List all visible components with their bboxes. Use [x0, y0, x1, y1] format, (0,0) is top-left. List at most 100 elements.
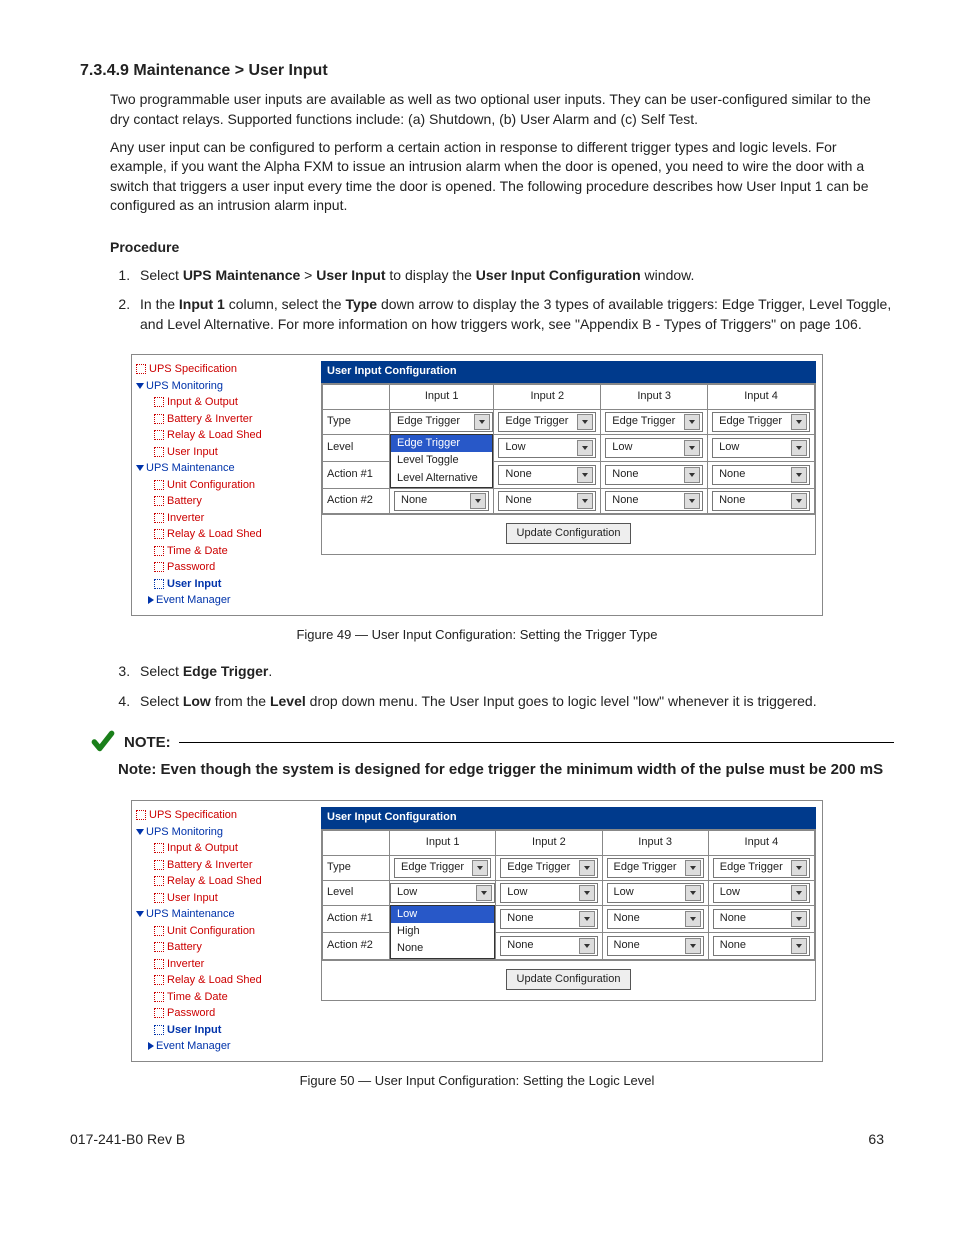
tree-relay-loadshed[interactable]: Relay & Load Shed	[136, 427, 311, 444]
dropdown-arrow-icon	[474, 414, 490, 430]
figure-50-screenshot: UPS Specification UPS Monitoring Input &…	[131, 800, 823, 1062]
tree-ups-spec[interactable]: UPS Specification	[136, 361, 311, 378]
dropdown-arrow-icon	[791, 885, 807, 901]
note-rule	[179, 742, 894, 743]
type-dropdown-input3[interactable]: Edge Trigger	[607, 858, 704, 878]
type-dropdown-input4[interactable]: Edge Trigger	[713, 858, 810, 878]
tree-user-input-2[interactable]: User Input	[136, 1022, 311, 1039]
type-dropdown-input4[interactable]: Edge Trigger	[712, 412, 810, 432]
action2-dropdown-input2[interactable]: None	[498, 491, 596, 511]
dropdown-arrow-icon	[791, 414, 807, 430]
level-options-list[interactable]: Low High None	[390, 905, 495, 959]
dropdown-arrow-icon	[685, 938, 701, 954]
tree-user-input[interactable]: User Input	[136, 444, 311, 461]
procedure-list-cont: Select Edge Trigger. Select Low from the…	[134, 662, 894, 711]
tree-user-input[interactable]: User Input	[136, 890, 311, 907]
tree-input-output[interactable]: Input & Output	[136, 840, 311, 857]
row-action1-label: Action #1	[323, 461, 390, 488]
option-none[interactable]: None	[391, 940, 494, 957]
level-dropdown-input4[interactable]: Low	[712, 438, 810, 458]
tree-relay-loadshed-2[interactable]: Relay & Load Shed	[136, 972, 311, 989]
level-dropdown-input2[interactable]: Low	[498, 438, 596, 458]
level-dropdown-input2[interactable]: Low	[500, 883, 597, 903]
row-level-label: Level	[323, 880, 390, 905]
type-dropdown-input3[interactable]: Edge Trigger	[605, 412, 703, 432]
action1-dropdown-input4[interactable]: None	[712, 465, 810, 485]
config-table-2: Input 1 Input 2 Input 3 Input 4 Type Edg…	[322, 830, 815, 960]
dropdown-arrow-icon	[791, 440, 807, 456]
tree-battery[interactable]: Battery	[136, 939, 311, 956]
level-dropdown-input4[interactable]: Low	[713, 883, 810, 903]
tree-relay-loadshed[interactable]: Relay & Load Shed	[136, 873, 311, 890]
type-options-list[interactable]: Edge Trigger Level Toggle Level Alternat…	[390, 434, 493, 488]
dropdown-arrow-icon	[579, 938, 595, 954]
option-low[interactable]: Low	[391, 906, 494, 923]
step-4: Select Low from the Level drop down menu…	[134, 692, 894, 712]
dropdown-arrow-icon	[685, 860, 701, 876]
tree-ups-maintenance[interactable]: UPS Maintenance	[136, 906, 311, 923]
dropdown-arrow-icon	[684, 493, 700, 509]
action2-dropdown-input4[interactable]: None	[712, 491, 810, 511]
tree-ups-monitoring[interactable]: UPS Monitoring	[136, 378, 311, 395]
type-dropdown-input2[interactable]: Edge Trigger	[498, 412, 596, 432]
tree-unit-config[interactable]: Unit Configuration	[136, 923, 311, 940]
tree-relay-loadshed-2[interactable]: Relay & Load Shed	[136, 526, 311, 543]
option-level-alternative[interactable]: Level Alternative	[391, 470, 492, 487]
checkmark-icon	[90, 729, 116, 755]
section-heading: 7.3.4.9 Maintenance > User Input	[80, 60, 894, 82]
action2-dropdown-input1[interactable]: None	[394, 491, 489, 511]
option-edge-trigger[interactable]: Edge Trigger	[391, 435, 492, 452]
action1-dropdown-input3[interactable]: None	[607, 909, 704, 929]
dropdown-arrow-icon	[684, 440, 700, 456]
action2-dropdown-input3[interactable]: None	[605, 491, 703, 511]
type-dropdown-input1[interactable]: Edge Trigger	[390, 412, 493, 432]
action2-dropdown-input3[interactable]: None	[607, 936, 704, 956]
tree-battery-inverter[interactable]: Battery & Inverter	[136, 411, 311, 428]
tree-ups-spec[interactable]: UPS Specification	[136, 807, 311, 824]
paragraph-1: Two programmable user inputs are availab…	[110, 90, 894, 129]
tree-user-input-2[interactable]: User Input	[136, 576, 311, 593]
type-dropdown-input2[interactable]: Edge Trigger	[500, 858, 597, 878]
action1-dropdown-input4[interactable]: None	[713, 909, 810, 929]
tree-battery[interactable]: Battery	[136, 493, 311, 510]
tree-battery-inverter[interactable]: Battery & Inverter	[136, 857, 311, 874]
update-config-button[interactable]: Update Configuration	[506, 523, 632, 544]
tree-password[interactable]: Password	[136, 1005, 311, 1022]
tree-ups-monitoring[interactable]: UPS Monitoring	[136, 824, 311, 841]
footer-doc-id: 017-241-B0 Rev B	[70, 1130, 185, 1150]
tree-ups-maintenance[interactable]: UPS Maintenance	[136, 460, 311, 477]
col-input-1: Input 1	[390, 830, 496, 855]
tree-password[interactable]: Password	[136, 559, 311, 576]
action2-dropdown-input2[interactable]: None	[500, 936, 597, 956]
tree-unit-config[interactable]: Unit Configuration	[136, 477, 311, 494]
level-dropdown-input1[interactable]: Low	[390, 883, 495, 903]
level-dropdown-input3[interactable]: Low	[607, 883, 704, 903]
row-action2-label: Action #2	[323, 932, 390, 959]
step-1: Select UPS Maintenance > User Input to d…	[134, 266, 894, 286]
level-dropdown-input3[interactable]: Low	[605, 438, 703, 458]
panel-title: User Input Configuration	[321, 361, 816, 382]
option-high[interactable]: High	[391, 923, 494, 940]
dropdown-arrow-icon	[577, 493, 593, 509]
type-dropdown-input1[interactable]: Edge Trigger	[394, 858, 491, 878]
footer-page-number: 63	[868, 1130, 884, 1150]
tree-input-output[interactable]: Input & Output	[136, 394, 311, 411]
tree-inverter[interactable]: Inverter	[136, 510, 311, 527]
update-config-button[interactable]: Update Configuration	[506, 969, 632, 990]
tree-time-date[interactable]: Time & Date	[136, 989, 311, 1006]
action1-dropdown-input3[interactable]: None	[605, 465, 703, 485]
dropdown-arrow-icon	[685, 885, 701, 901]
action1-dropdown-input2[interactable]: None	[500, 909, 597, 929]
dropdown-arrow-icon	[470, 493, 486, 509]
col-input-2: Input 2	[494, 384, 601, 409]
tree-event-manager[interactable]: Event Manager	[136, 592, 311, 609]
tree-time-date[interactable]: Time & Date	[136, 543, 311, 560]
page-footer: 017-241-B0 Rev B 63	[60, 1130, 894, 1150]
option-level-toggle[interactable]: Level Toggle	[391, 452, 492, 469]
dropdown-arrow-icon	[791, 860, 807, 876]
action1-dropdown-input2[interactable]: None	[498, 465, 596, 485]
tree-inverter[interactable]: Inverter	[136, 956, 311, 973]
action2-dropdown-input4[interactable]: None	[713, 936, 810, 956]
tree-event-manager[interactable]: Event Manager	[136, 1038, 311, 1055]
dropdown-arrow-icon	[579, 860, 595, 876]
